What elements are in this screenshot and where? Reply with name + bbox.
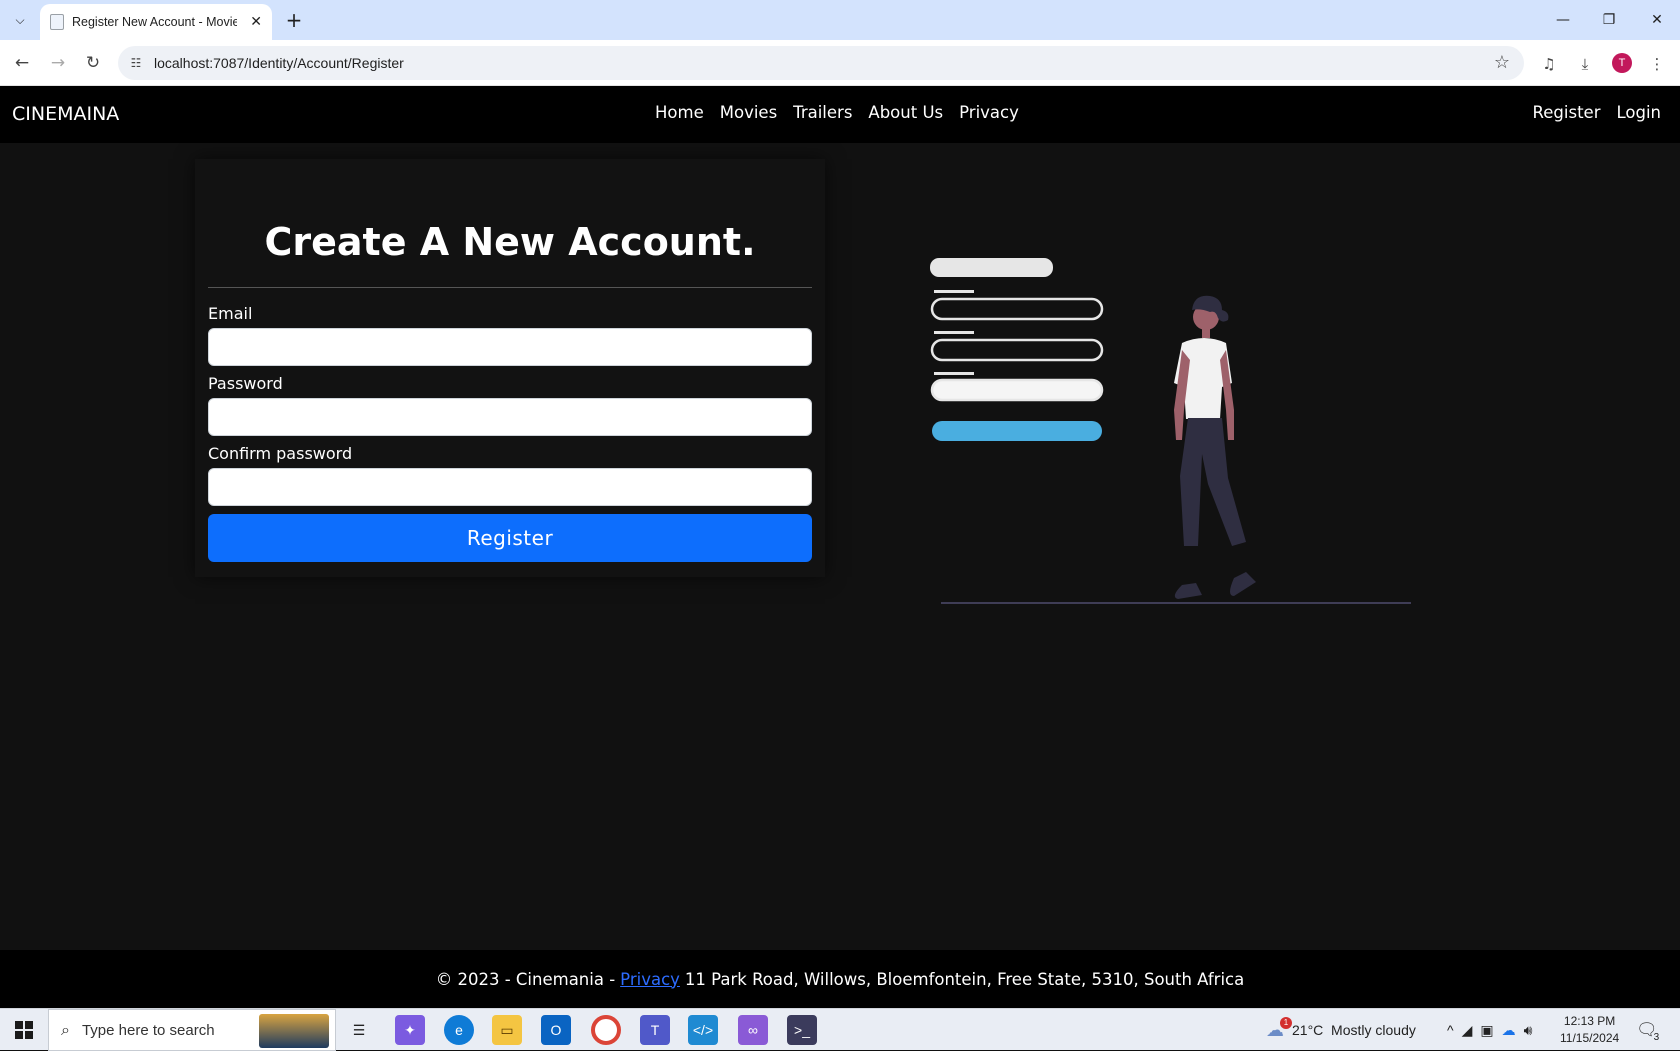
nav-privacy[interactable]: Privacy [959,103,1019,122]
illustration-label-3 [934,372,974,375]
system-tray: ^ ◢ ▣ ☁ 🔊︎ [1447,1009,1532,1051]
auth-nav: Register Login [1533,103,1661,122]
main-nav: Home Movies Trailers About Us Privacy [655,103,1019,122]
outlook-icon[interactable]: O [541,1015,571,1045]
site-footer: © 2023 - Cinemania - Privacy 11 Park Roa… [0,950,1680,1008]
search-icon: ⌕ [61,1020,70,1039]
menu-dots-icon[interactable]: ⋮ [1645,52,1669,76]
taskbar-search[interactable]: ⌕ Type here to search [48,1009,336,1051]
volume-icon[interactable]: 🔊︎ [1524,1022,1533,1039]
register-button[interactable]: Register [208,514,812,562]
illustration-button [932,421,1102,441]
footer-copyright: © 2023 - Cinemania - [435,969,616,989]
site-info-icon[interactable]: ☷ [118,56,154,70]
site-navbar: CINEMAINA Home Movies Trailers About Us … [0,86,1680,143]
close-tab-icon[interactable]: ✕ [250,14,262,30]
nav-login[interactable]: Login [1616,103,1661,122]
browser-tab-bar: ⌵ Register New Account - MovieS ✕ + — ❐ … [0,0,1680,40]
profile-avatar[interactable]: T [1612,53,1632,73]
confirm-password-field[interactable] [208,468,812,506]
weather-widget[interactable]: ☁ 21°C Mostly cloudy [1266,1009,1416,1051]
notifications-icon[interactable]: 🗨︎ 3 [1636,1009,1659,1051]
back-icon[interactable]: ← [9,50,35,76]
nav-home[interactable]: Home [655,103,704,122]
vscode-icon[interactable]: </> [688,1015,718,1045]
clock-date: 11/15/2024 [1560,1031,1620,1045]
media-controls-icon[interactable]: ♫ [1537,52,1561,76]
bookmark-star-icon[interactable]: ☆ [1494,52,1510,73]
footer-address: 11 Park Road, Willows, Bloemfontein, Fre… [684,969,1245,989]
notification-count: 3 [1653,1031,1660,1043]
file-explorer-icon[interactable]: ▭ [492,1015,522,1045]
weather-badge: 1 [1280,1017,1292,1029]
browser-toolbar: ← → ↻ ☷ localhost:7087/Identity/Account/… [0,40,1680,86]
search-highlight-icon [259,1014,329,1048]
weather-text: 21°C Mostly cloudy [1292,1022,1416,1038]
edge-icon[interactable]: e [444,1015,474,1045]
visual-studio-icon[interactable]: ∞ [738,1015,768,1045]
download-icon[interactable]: ⤓ [1573,52,1597,76]
footer-privacy-link[interactable]: Privacy [620,970,680,989]
illustration-field-2 [930,338,1104,362]
device-icon[interactable]: ▣ [1480,1022,1493,1039]
illustration-label-2 [934,331,974,334]
tab-search-icon[interactable]: ⌵ [8,8,32,32]
browser-tab[interactable]: Register New Account - MovieS ✕ [40,4,272,40]
illustration-header-bar [930,258,1053,277]
email-label: Email [208,304,253,323]
person-figure [1174,295,1256,599]
taskbar-search-placeholder: Type here to search [81,1021,215,1039]
reload-icon[interactable]: ↻ [80,50,106,76]
forward-icon[interactable]: → [45,50,71,76]
minimize-icon[interactable]: — [1540,6,1586,34]
chrome-icon[interactable] [591,1015,621,1045]
terminal-icon[interactable]: >_ [787,1015,817,1045]
restore-icon[interactable]: ❐ [1586,6,1632,34]
clock-time: 12:13 PM [1563,1014,1616,1028]
nav-register[interactable]: Register [1533,103,1601,122]
teams-icon[interactable]: T [640,1015,670,1045]
windows-start-icon[interactable] [0,1009,48,1051]
password-label: Password [208,374,283,393]
taskbar-clock[interactable]: 12:13 PM 11/15/2024 [1560,1013,1619,1047]
task-view-icon[interactable]: ☰ [344,1015,374,1045]
url-text: localhost:7087/Identity/Account/Register [154,55,404,71]
nav-trailers[interactable]: Trailers [793,103,852,122]
illustration-field-3 [930,378,1104,402]
illustration-label-1 [934,290,974,293]
new-tab-icon[interactable]: + [282,8,306,32]
address-bar[interactable]: ☷ localhost:7087/Identity/Account/Regist… [118,46,1524,80]
close-window-icon[interactable]: ✕ [1634,6,1680,34]
confirm-password-label: Confirm password [208,444,353,463]
site-brand[interactable]: CINEMAINA [12,103,119,125]
os-taskbar: ⌕ Type here to search ☰ ✦ e ▭ O T </> ∞ … [0,1008,1680,1051]
form-title: Create A New Account. [264,220,756,264]
page-favicon-icon [50,14,64,30]
title-divider [208,287,812,288]
show-hidden-icons-icon[interactable]: ^ [1447,1022,1454,1038]
nav-about-us[interactable]: About Us [868,103,943,122]
signup-illustration [930,258,1411,604]
password-field[interactable] [208,398,812,436]
email-field[interactable] [208,328,812,366]
tab-title: Register New Account - MovieS [72,15,237,29]
onedrive-icon[interactable]: ☁ [1502,1022,1516,1039]
copilot-icon[interactable]: ✦ [395,1015,425,1045]
network-icon[interactable]: ◢ [1462,1022,1473,1039]
nav-movies[interactable]: Movies [720,103,777,122]
illustration-field-1 [930,297,1104,321]
